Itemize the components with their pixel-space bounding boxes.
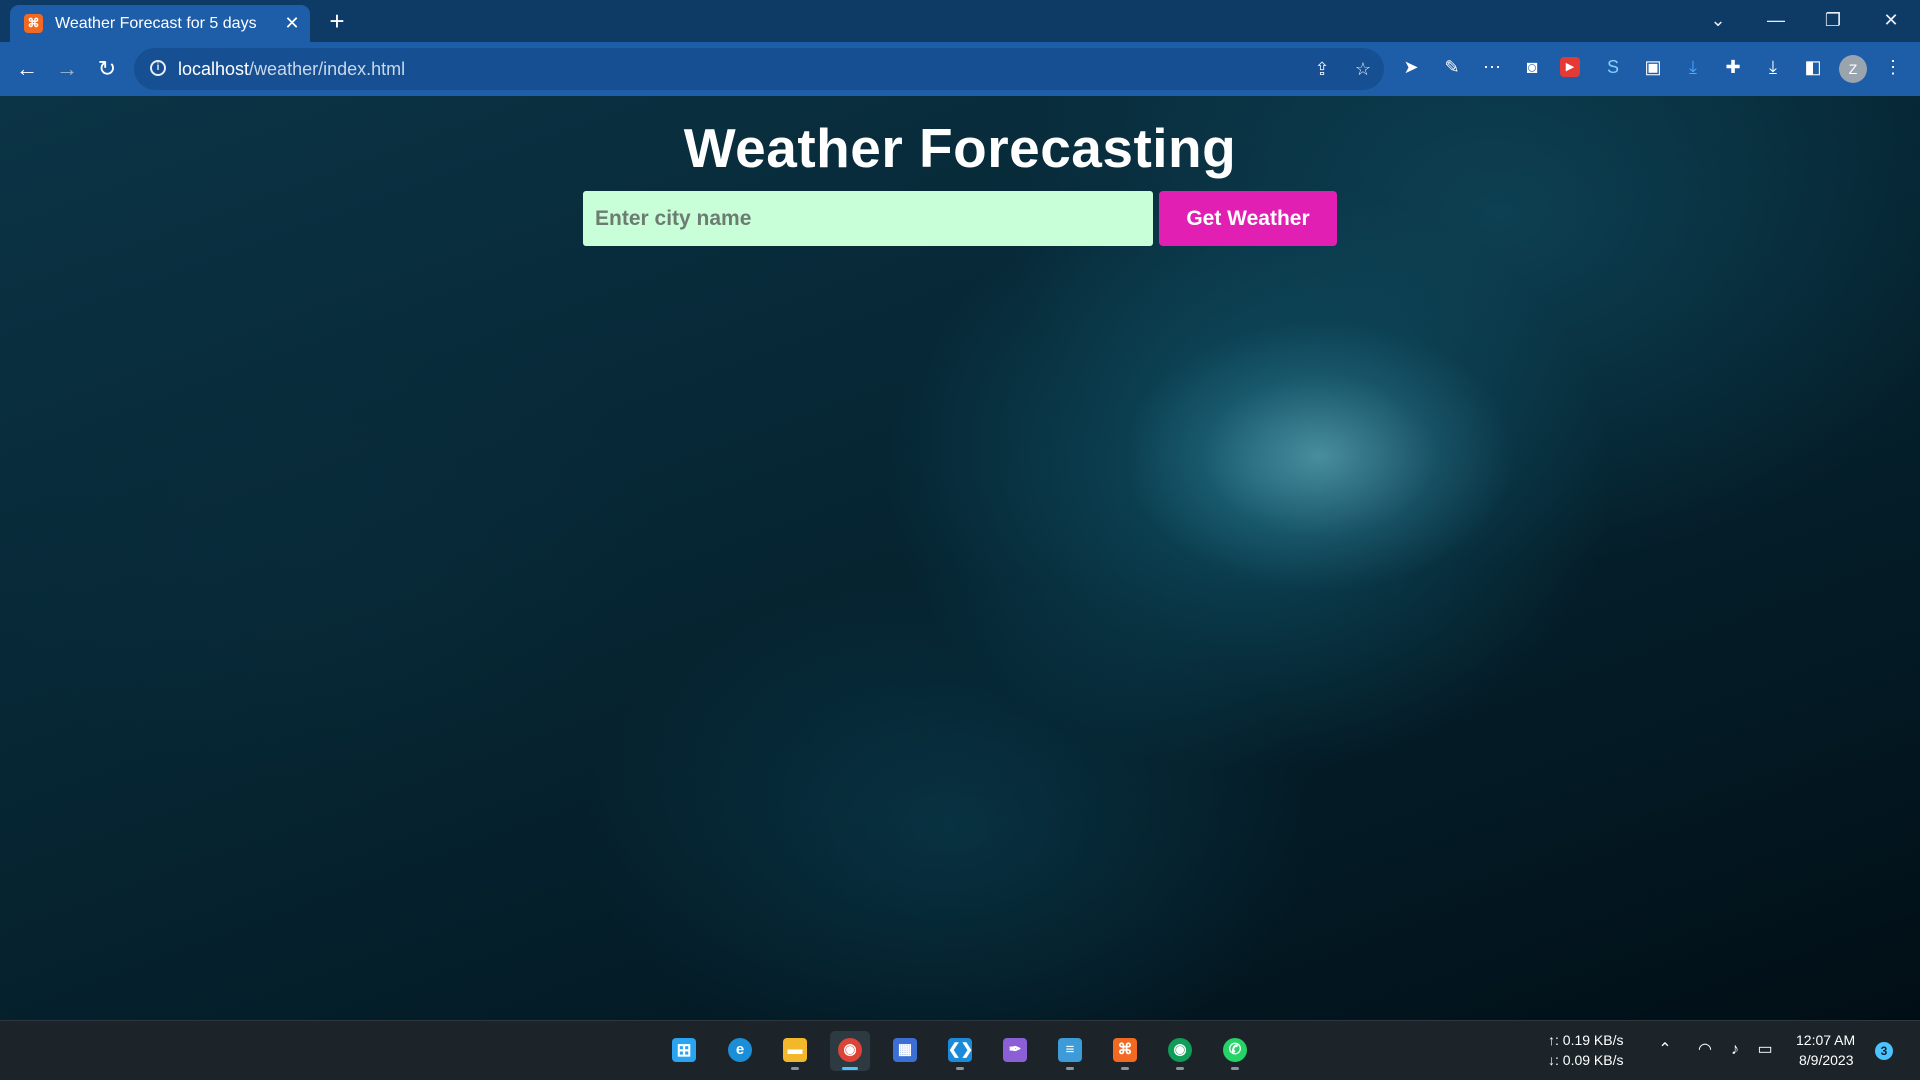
downloads-icon[interactable]: ⤓ [1760,54,1786,80]
notification-badge[interactable]: 3 [1875,1042,1893,1060]
taskbar-whatsapp[interactable]: ✆ [1215,1031,1255,1071]
windows-taskbar: ⊞ e ▬ ◉ ▦ ❮❯ ✒ ≡ ⌘ ◉ ✆ ↑: 0.19 KB/s ↓: 0… [0,1020,1920,1080]
running-indicator [1231,1067,1239,1070]
get-weather-button[interactable]: Get Weather [1159,191,1337,246]
taskbar-xampp[interactable]: ⌘ [1105,1031,1145,1071]
url-text[interactable]: localhost/weather/index.html [178,59,405,80]
xampp-icon: ⌘ [24,14,43,33]
close-window-button[interactable]: ✕ [1871,6,1911,34]
browser-toolbar: ← → ↻ i localhost/weather/index.html ⇪ ☆… [0,42,1920,96]
shazam-extension-icon[interactable]: S [1600,54,1626,80]
download-extension-icon[interactable]: ⤓ [1680,54,1706,80]
url-host: localhost [178,59,250,79]
tab-search-icon[interactable]: ⌄ [1698,6,1738,34]
pen-extension-icon[interactable]: ✎ [1439,54,1465,80]
weather-page: Weather Forecasting Get Weather [0,96,1920,1020]
site-info-icon[interactable]: i [150,60,166,76]
cursor-extension-icon[interactable]: ➤ [1398,54,1424,80]
camera-extension-icon[interactable]: ◙ [1519,54,1545,80]
page-title: Weather Forecasting [683,117,1237,179]
clock-time[interactable]: 12:07 AM [1796,1032,1855,1048]
whatsapp-icon: ✆ [1223,1038,1247,1062]
network-download-speed: ↓: 0.09 KB/s [1548,1052,1624,1068]
battery-icon[interactable]: ▭ [1754,1039,1776,1061]
reload-button[interactable]: ↻ [92,54,122,84]
taskbar-feather-app[interactable]: ✒ [995,1031,1035,1071]
running-indicator [956,1067,964,1070]
xampp-icon: ⌘ [1113,1038,1137,1062]
more-extension-icon[interactable]: ⋯ [1479,54,1505,80]
tab-title: Weather Forecast for 5 days [55,15,257,32]
running-indicator [791,1067,799,1070]
taskbar-vscode[interactable]: ❮❯ [940,1031,980,1071]
clock-date[interactable]: 8/9/2023 [1799,1052,1854,1068]
taskbar-chrome-alt[interactable]: ◉ [1160,1031,1200,1071]
file-explorer-icon: ▬ [783,1038,807,1062]
show-hidden-icons-chevron-icon[interactable]: ⌃ [1654,1039,1676,1061]
browser-tab[interactable]: ⌘ Weather Forecast for 5 days ✕ [10,5,310,42]
running-indicator [1176,1067,1184,1070]
new-tab-button[interactable]: + [324,8,350,34]
notepad-icon: ≡ [1058,1038,1082,1062]
minimize-button[interactable]: — [1756,6,1796,34]
url-path: /weather/index.html [249,59,406,79]
taskbar-chrome[interactable]: ◉ [830,1031,870,1071]
vscode-icon: ❮❯ [948,1038,973,1062]
close-tab-icon[interactable]: ✕ [282,13,302,33]
volume-icon[interactable]: ♪ [1724,1039,1746,1061]
restore-button[interactable]: ❐ [1813,6,1853,34]
extensions-puzzle-icon[interactable]: ✚ [1720,54,1746,80]
profile-avatar[interactable]: Z [1839,55,1867,83]
youtube-extension-icon[interactable]: ▶ [1560,57,1580,77]
side-panel-icon[interactable]: ◧ [1800,54,1826,80]
edge-icon: e [728,1038,752,1062]
microsoft-store-icon: ▦ [893,1038,917,1062]
taskbar-file-explorer[interactable]: ▬ [775,1031,815,1071]
taskbar-store[interactable]: ▦ [885,1031,925,1071]
forward-button[interactable]: → [52,54,82,84]
screen-capture-extension-icon[interactable]: ▣ [1640,54,1666,80]
feather-app-icon: ✒ [1003,1038,1027,1062]
running-indicator [1121,1067,1129,1070]
back-button[interactable]: ← [12,54,42,84]
active-indicator [842,1067,858,1070]
chrome-icon: ◉ [838,1038,862,1062]
city-name-input[interactable] [583,191,1153,246]
address-bar[interactable]: i localhost/weather/index.html ⇪ ☆ [134,48,1384,90]
windows-start-icon: ⊞ [672,1038,696,1062]
chrome-alt-icon: ◉ [1168,1038,1192,1062]
browser-tab-strip: ⌘ Weather Forecast for 5 days ✕ + ⌄ — ❐ … [0,0,1920,42]
taskbar-edge[interactable]: e [720,1031,760,1071]
wifi-icon[interactable]: ◠ [1694,1039,1716,1061]
network-upload-speed: ↑: 0.19 KB/s [1548,1032,1624,1048]
share-icon[interactable]: ⇪ [1311,58,1333,80]
taskbar-notepad[interactable]: ≡ [1050,1031,1090,1071]
bookmark-star-icon[interactable]: ☆ [1352,58,1374,80]
browser-menu-icon[interactable]: ⋮ [1880,54,1906,80]
running-indicator [1066,1067,1074,1070]
windows-start-button[interactable]: ⊞ [664,1031,704,1071]
